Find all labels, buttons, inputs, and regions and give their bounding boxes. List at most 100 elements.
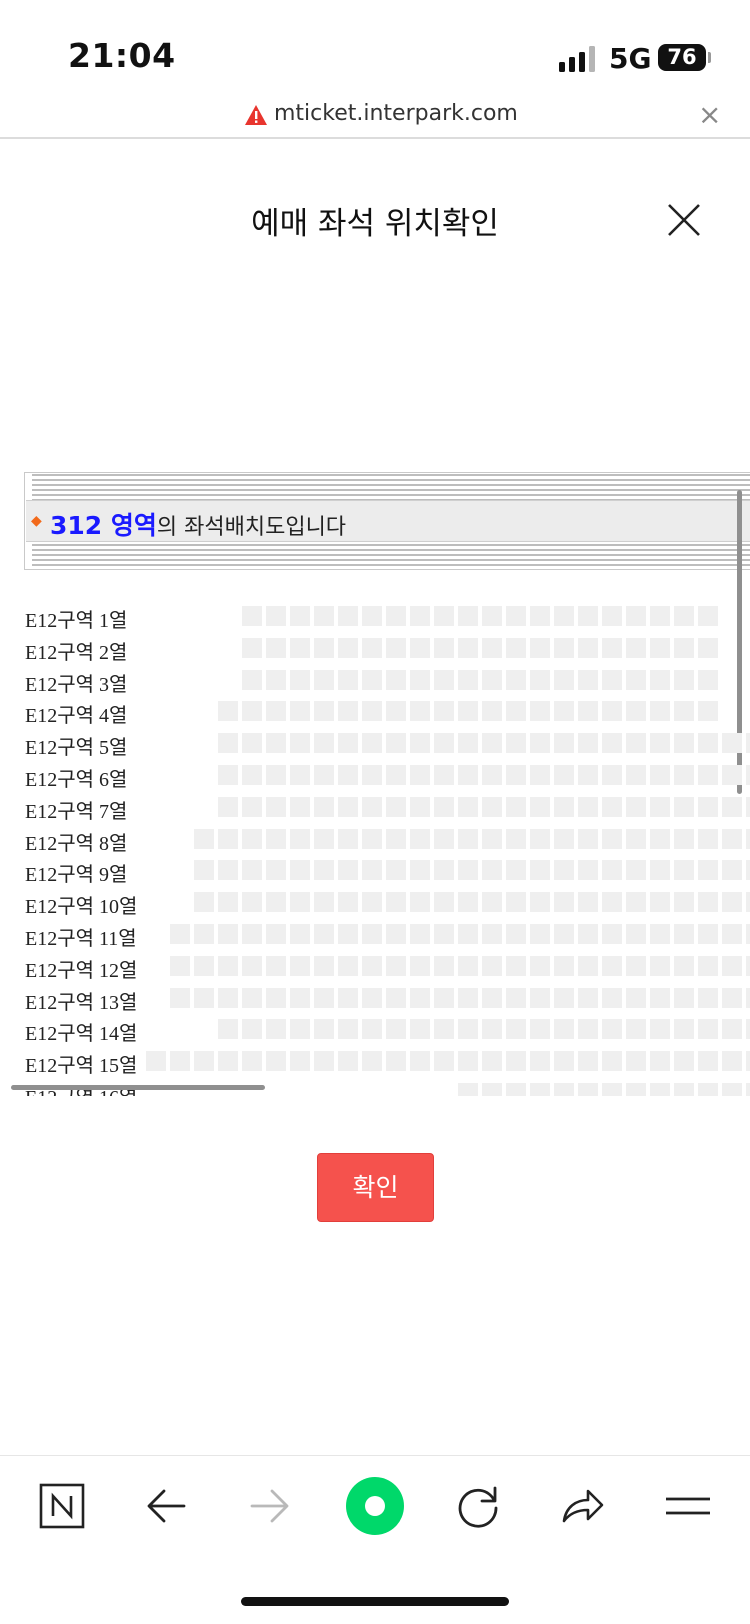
seat[interactable] [434, 765, 454, 785]
seat[interactable] [314, 987, 334, 1008]
seat[interactable] [290, 637, 310, 658]
seat[interactable] [578, 796, 598, 817]
seat[interactable] [698, 892, 718, 913]
seat[interactable] [410, 987, 430, 1008]
seat[interactable] [674, 1083, 694, 1096]
seat[interactable] [722, 828, 742, 849]
seat[interactable] [266, 796, 286, 817]
seat[interactable] [266, 606, 286, 626]
seat[interactable] [314, 701, 334, 722]
seat[interactable] [626, 606, 646, 626]
seat[interactable] [650, 860, 670, 881]
seat[interactable] [674, 892, 694, 913]
seat[interactable] [290, 1051, 310, 1072]
seat[interactable] [554, 669, 574, 690]
seat[interactable] [458, 1051, 478, 1072]
seat[interactable] [674, 1019, 694, 1040]
seat[interactable] [626, 1019, 646, 1040]
seat[interactable] [602, 796, 622, 817]
seat[interactable] [434, 701, 454, 722]
seat[interactable] [626, 924, 646, 944]
seat[interactable] [458, 701, 478, 722]
seat[interactable] [602, 765, 622, 785]
seat[interactable] [650, 606, 670, 626]
seat[interactable] [410, 669, 430, 690]
seat[interactable] [386, 955, 406, 976]
seat[interactable] [626, 955, 646, 976]
seat[interactable] [554, 860, 574, 881]
seat[interactable] [386, 606, 406, 626]
seat[interactable] [218, 733, 238, 754]
seat[interactable] [530, 606, 550, 626]
seat[interactable] [362, 828, 382, 849]
seat[interactable] [242, 955, 262, 976]
seat[interactable] [530, 1019, 550, 1040]
seat[interactable] [746, 733, 750, 754]
seat[interactable] [506, 892, 526, 913]
seat[interactable] [314, 955, 334, 976]
seat[interactable] [722, 1051, 742, 1072]
seat[interactable] [746, 892, 750, 913]
seat[interactable] [698, 1083, 718, 1096]
refresh-icon[interactable] [450, 1478, 506, 1534]
seat[interactable] [722, 733, 742, 754]
seat[interactable] [506, 796, 526, 817]
seat[interactable] [722, 955, 742, 976]
seat[interactable] [266, 765, 286, 785]
seat[interactable] [626, 669, 646, 690]
seat[interactable] [578, 860, 598, 881]
seat[interactable] [554, 701, 574, 722]
seat[interactable] [626, 765, 646, 785]
seat[interactable] [674, 1051, 694, 1072]
menu-icon[interactable] [660, 1478, 716, 1534]
seat[interactable] [434, 669, 454, 690]
seat[interactable] [482, 1083, 502, 1096]
seat[interactable] [482, 701, 502, 722]
seat[interactable] [458, 828, 478, 849]
seat[interactable] [434, 606, 454, 626]
seat[interactable] [578, 828, 598, 849]
seat[interactable] [482, 796, 502, 817]
seat[interactable] [602, 606, 622, 626]
seat[interactable] [602, 669, 622, 690]
seat[interactable] [362, 860, 382, 881]
seat[interactable] [746, 987, 750, 1008]
seat[interactable] [554, 892, 574, 913]
seat[interactable] [290, 733, 310, 754]
naver-home-icon[interactable] [34, 1478, 90, 1534]
seat[interactable] [554, 1051, 574, 1072]
seat[interactable] [650, 701, 670, 722]
seat[interactable] [410, 1019, 430, 1040]
seat[interactable] [650, 924, 670, 944]
seat[interactable] [458, 892, 478, 913]
seat[interactable] [266, 733, 286, 754]
seat[interactable] [530, 1083, 550, 1096]
seat[interactable] [290, 701, 310, 722]
seat[interactable] [410, 701, 430, 722]
seat[interactable] [434, 987, 454, 1008]
seat[interactable] [602, 955, 622, 976]
area-number[interactable]: 312 영역 [50, 511, 157, 540]
seat[interactable] [578, 892, 598, 913]
seat[interactable] [554, 828, 574, 849]
seat[interactable] [482, 828, 502, 849]
seat[interactable] [554, 606, 574, 626]
seat[interactable] [578, 637, 598, 658]
seat[interactable] [386, 828, 406, 849]
seat[interactable] [266, 637, 286, 658]
seat[interactable] [674, 733, 694, 754]
seat[interactable] [482, 892, 502, 913]
seat[interactable] [602, 733, 622, 754]
seat[interactable] [266, 1051, 286, 1072]
seat[interactable] [338, 1019, 358, 1040]
seat[interactable] [410, 606, 430, 626]
seat[interactable] [530, 1051, 550, 1072]
seat[interactable] [170, 924, 190, 944]
seat[interactable] [746, 924, 750, 944]
seat[interactable] [266, 955, 286, 976]
seat[interactable] [194, 892, 214, 913]
seat[interactable] [338, 765, 358, 785]
seat[interactable] [290, 765, 310, 785]
seat[interactable] [146, 1051, 166, 1072]
seat[interactable] [698, 765, 718, 785]
